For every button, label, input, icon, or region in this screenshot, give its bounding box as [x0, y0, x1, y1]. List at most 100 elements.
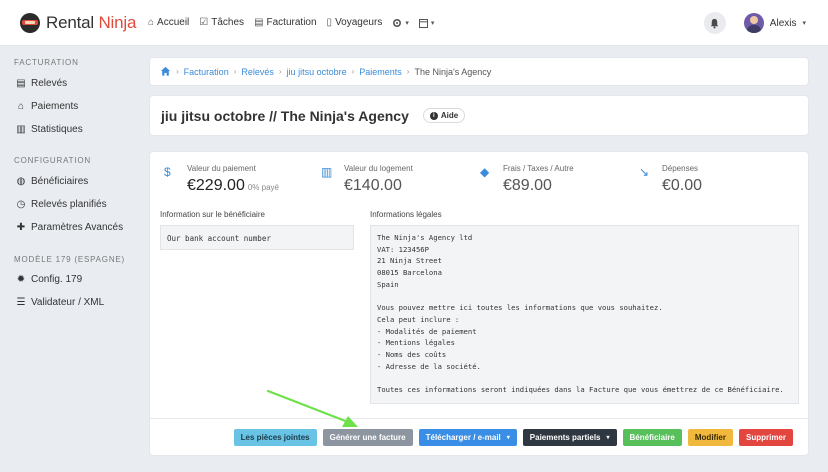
sidebar-item-beneficiaires[interactable]: ◍ Bénéficiaires	[0, 170, 89, 192]
sidebar-item-statistiques[interactable]: ▥ Statistiques	[0, 118, 83, 140]
divider	[150, 418, 808, 419]
breadcrumb-facturation[interactable]: Facturation	[184, 67, 229, 77]
sidebar-item-label: Paiements	[31, 100, 79, 112]
breadcrumb-separator: ›	[406, 67, 410, 76]
sidebar-item-validateur-xml[interactable]: ☰ Validateur / XML	[0, 291, 105, 313]
help-button[interactable]: i Aide	[422, 108, 466, 123]
bar-chart-icon: ▥	[16, 123, 26, 135]
action-buttons: Les pièces jointes Générer une facture T…	[233, 429, 793, 446]
user-area: Alexis ▾	[703, 0, 806, 46]
sidebar-item-releves-planifies[interactable]: ◷ Relevés planifiés	[0, 193, 107, 215]
payment-status: 0% payé	[247, 183, 279, 192]
avatar[interactable]	[743, 13, 764, 33]
nav-taches-label: Tâches	[211, 17, 245, 28]
sidebar-heading-configuration: CONFIGURATION	[14, 156, 91, 165]
invoice-icon: ▤	[254, 17, 264, 28]
nav-voyageurs[interactable]: ▯ Voyageurs	[327, 17, 383, 28]
stat-label: Dépenses	[662, 164, 699, 173]
globe-icon: ◍	[16, 175, 26, 187]
building-icon: ▥	[321, 165, 333, 179]
trend-down-icon: ↘	[639, 165, 650, 179]
sidebar-item-label: Relevés planifiés	[31, 198, 107, 210]
edit-button[interactable]: Modifier	[687, 429, 733, 446]
alarm-clock-icon: ◷	[16, 198, 26, 210]
stat-label: Valeur du paiement	[187, 164, 256, 173]
statement-icon: ▤	[16, 77, 26, 89]
user-name[interactable]: Alexis	[770, 18, 797, 29]
brand-logo-link[interactable]: Rental Ninja	[20, 12, 138, 33]
chevron-down-icon: ▾	[506, 435, 510, 441]
checkbox-icon: ☑	[199, 17, 209, 28]
breadcrumb-separator: ›	[278, 67, 282, 76]
sidebar-item-config-179[interactable]: ✹ Config. 179	[0, 268, 82, 290]
breadcrumb-releves[interactable]: Relevés	[241, 67, 274, 77]
breadcrumb-separator: ›	[351, 67, 355, 76]
calendar-icon	[418, 18, 428, 28]
sidebar-heading-facturation: FACTURATION	[14, 58, 79, 67]
sidebar-heading-modele-179: MODÈLE 179 (ESPAGNE)	[14, 255, 125, 264]
sidebar-item-label: Bénéficiaires	[31, 175, 89, 187]
stat-label: Valeur du logement	[344, 164, 413, 173]
sidebar-item-paiements[interactable]: ⌂ Paiements	[0, 95, 78, 117]
stat-value: €140.00	[344, 177, 402, 194]
list-icon: ☰	[16, 296, 26, 308]
nav-voyageurs-label: Voyageurs	[335, 17, 383, 28]
top-nav: ⌂ Accueil ☑ Tâches ▤ Facturation ▯ Voyag…	[148, 17, 434, 28]
chevron-down-icon: ▾	[606, 435, 610, 441]
chevron-down-icon[interactable]: ▾	[802, 19, 806, 27]
delete-button[interactable]: Supprimer	[738, 429, 793, 446]
nav-accueil[interactable]: ⌂ Accueil	[148, 17, 189, 28]
attachments-button[interactable]: Les pièces jointes	[233, 429, 317, 446]
stat-value: €0.00	[662, 177, 703, 194]
partial-payments-label: Paiements partiels	[529, 433, 601, 442]
gear-icon: ✹	[16, 273, 26, 285]
nav-calendar-dropdown[interactable]: ▾	[418, 18, 435, 28]
chevron-down-icon: ▾	[405, 19, 409, 27]
breadcrumb-jiu-jitsu-octobre[interactable]: jiu jitsu octobre	[287, 67, 347, 77]
breadcrumb: › Facturation › Relevés › jiu jitsu octo…	[149, 57, 809, 86]
top-navbar: Rental Ninja ⌂ Accueil ☑ Tâches ▤ Factur…	[0, 0, 828, 46]
notifications-button[interactable]	[703, 12, 726, 34]
info-icon: i	[429, 111, 438, 120]
bank-icon: ⌂	[17, 100, 25, 112]
ninja-logo-icon	[20, 12, 40, 33]
stat-value: €89.00	[503, 177, 552, 194]
sidebar-item-label: Statistiques	[31, 123, 83, 135]
sidebar-item-label: Relevés	[31, 77, 68, 89]
sidebar-item-parametres-avances[interactable]: ✚ Paramètres Avancés	[0, 216, 123, 238]
dollar-icon: $	[164, 165, 171, 179]
stat-label: Frais / Taxes / Autre	[503, 164, 574, 173]
beneficiary-info-label: Information sur le bénéficiaire	[160, 210, 265, 219]
breadcrumb-paiements[interactable]: Paiements	[359, 67, 402, 77]
home-icon: ⌂	[148, 17, 155, 28]
nav-facturation-label: Facturation	[266, 17, 317, 28]
nav-settings-dropdown[interactable]: ▾	[392, 18, 409, 28]
chevron-down-icon: ▾	[430, 19, 435, 27]
help-button-label: Aide	[440, 111, 459, 120]
nav-accueil-label: Accueil	[157, 17, 190, 28]
payment-details-card: $ Valeur du paiement €229.00 0% payé ▥ Va…	[149, 151, 809, 456]
download-email-label: Télécharger / e-mail	[425, 433, 501, 442]
stats-row: $ Valeur du paiement €229.00 0% payé ▥ Va…	[160, 164, 800, 204]
nav-taches[interactable]: ☑ Tâches	[199, 17, 244, 28]
beneficiary-button[interactable]: Bénéficiaire	[622, 429, 682, 446]
partial-payments-button[interactable]: Paiements partiels ▾	[522, 429, 617, 446]
breadcrumb-separator: ›	[176, 67, 179, 76]
guests-icon: ▯	[326, 17, 333, 28]
gear-icon	[393, 18, 402, 27]
nav-facturation[interactable]: ▤ Facturation	[254, 17, 316, 28]
home-icon[interactable]	[160, 66, 171, 77]
sidebar-item-releves[interactable]: ▤ Relevés	[0, 72, 67, 94]
page-title: jiu jitsu octobre // The Ninja's Agency	[161, 107, 409, 124]
download-email-button[interactable]: Télécharger / e-mail ▾	[418, 429, 517, 446]
title-card: jiu jitsu octobre // The Ninja's Agency …	[149, 95, 809, 136]
stat-value: €229.00 0% payé	[187, 177, 279, 194]
generate-invoice-button[interactable]: Générer une facture	[322, 429, 413, 446]
legal-info-label: Informations légales	[370, 210, 442, 219]
beneficiary-info-box: Our bank account number	[160, 225, 354, 250]
brand-name: Rental Ninja	[46, 12, 137, 32]
breadcrumb-current: The Ninja's Agency	[414, 66, 492, 77]
sidebar-item-label: Paramètres Avancés	[31, 221, 124, 233]
sidebar-item-label: Validateur / XML	[31, 296, 105, 308]
tag-icon: ◆	[480, 165, 490, 179]
